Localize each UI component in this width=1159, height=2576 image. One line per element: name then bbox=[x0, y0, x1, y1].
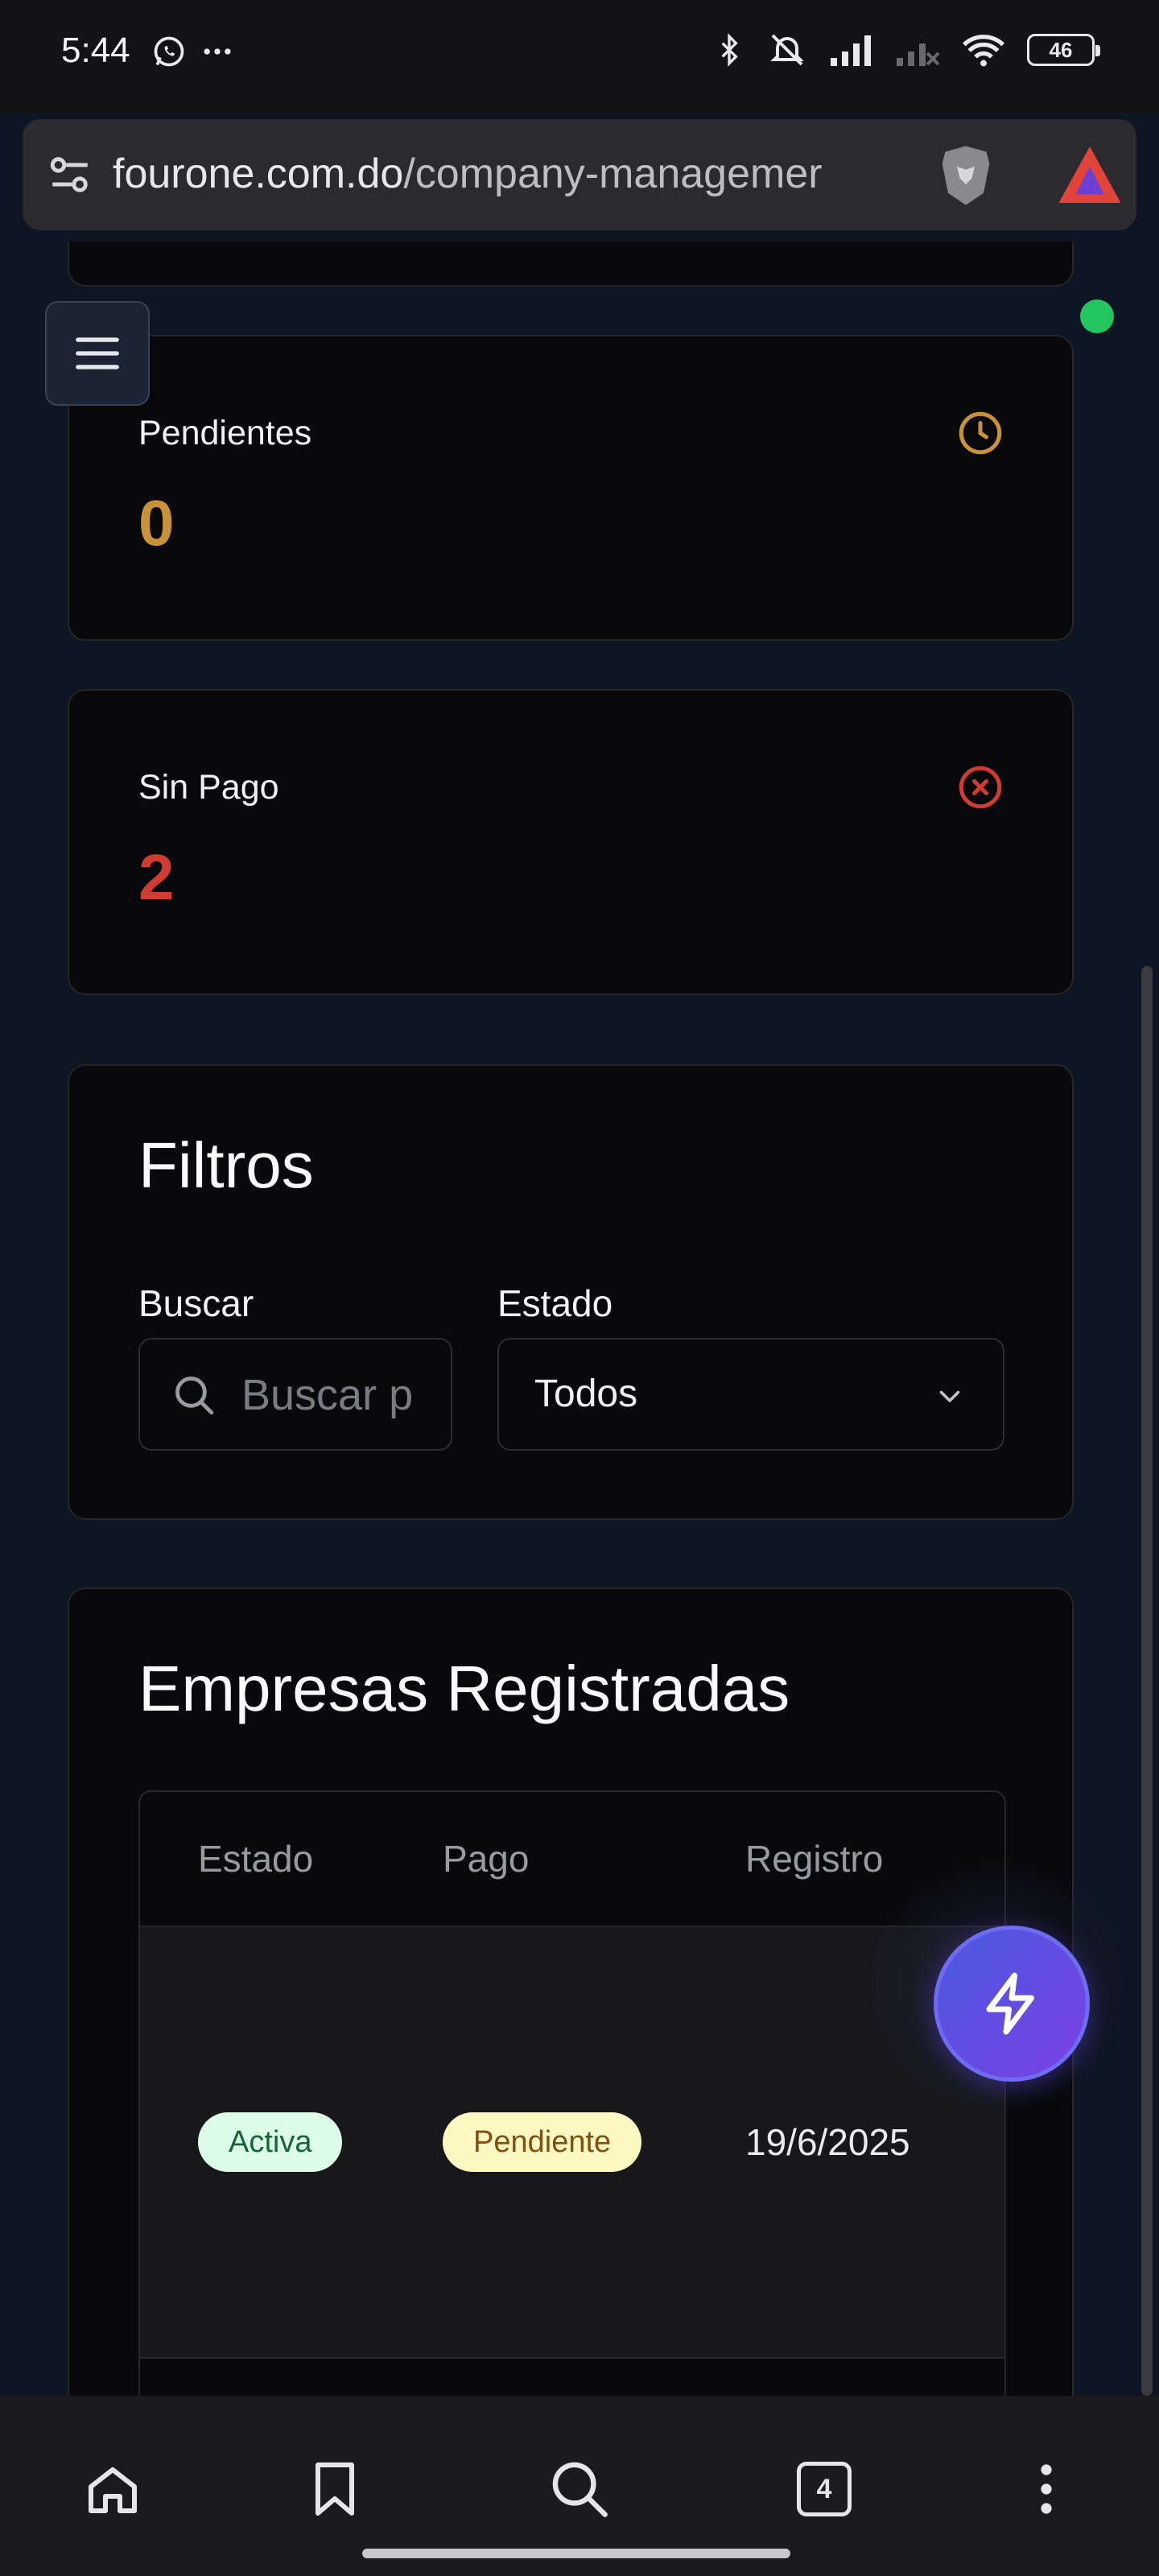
scrollbar[interactable] bbox=[1141, 966, 1153, 2396]
url-path: /company-managemer bbox=[403, 151, 823, 197]
search-icon bbox=[552, 2462, 608, 2517]
filters-card: Filtros Buscar Buscar p Estado Todos bbox=[68, 1064, 1074, 1520]
status-filter-label: Estado bbox=[497, 1282, 613, 1324]
payment-badge: Pendiente bbox=[443, 2112, 642, 2172]
mute-icon bbox=[770, 34, 804, 66]
search-input[interactable]: Buscar p bbox=[138, 1338, 452, 1451]
x-circle-icon bbox=[959, 766, 1002, 809]
address-bar[interactable]: fourone.com.do/company-managemer bbox=[23, 119, 1136, 230]
site-settings-icon[interactable] bbox=[47, 151, 93, 198]
nav-search[interactable] bbox=[547, 2457, 612, 2521]
home-indicator[interactable] bbox=[362, 2549, 790, 2558]
bluetooth-icon bbox=[721, 33, 738, 67]
status-select[interactable]: Todos bbox=[497, 1338, 1004, 1451]
signal-off-icon bbox=[897, 43, 940, 66]
more-vertical-icon bbox=[1041, 2464, 1052, 2514]
online-status-dot bbox=[1080, 299, 1114, 333]
brave-rewards-icon[interactable] bbox=[1056, 143, 1124, 206]
battery-indicator: 46 bbox=[1027, 34, 1100, 66]
clock-icon bbox=[959, 411, 1002, 455]
hamburger-icon bbox=[76, 337, 119, 369]
nav-home[interactable] bbox=[80, 2457, 145, 2521]
search-label: Buscar bbox=[138, 1282, 254, 1324]
table-header: Estado Pago Registro bbox=[140, 1792, 1004, 1927]
nav-tabs[interactable]: 4 bbox=[792, 2457, 856, 2521]
bookmark-icon bbox=[316, 2462, 354, 2516]
tab-count-badge: 4 bbox=[797, 2462, 852, 2516]
signal-icon bbox=[831, 35, 871, 66]
companies-title: Empresas Registradas bbox=[138, 1653, 790, 1724]
search-placeholder: Buscar p bbox=[241, 1371, 414, 1419]
status-time: 5:44 bbox=[61, 31, 130, 70]
stat-label: Pendientes bbox=[138, 414, 312, 452]
stat-card-pendientes: Pendientes 0 bbox=[68, 335, 1074, 641]
home-icon bbox=[89, 2467, 137, 2513]
lightning-icon bbox=[986, 1972, 1034, 2035]
stat-card-sin-pago: Sin Pago 2 bbox=[68, 689, 1074, 995]
filters-title: Filtros bbox=[138, 1129, 314, 1201]
column-header-pago[interactable]: Pago bbox=[443, 1837, 529, 1880]
chevron-down-icon bbox=[939, 1390, 960, 1402]
stat-value: 2 bbox=[138, 841, 175, 913]
column-header-estado[interactable]: Estado bbox=[198, 1837, 313, 1880]
menu-button[interactable] bbox=[45, 301, 150, 406]
registration-date: 19/6/2025 bbox=[745, 2121, 910, 2163]
search-icon bbox=[175, 1377, 214, 1415]
more-dots-icon bbox=[204, 48, 231, 55]
whatsapp-icon bbox=[154, 36, 184, 67]
url-text[interactable]: fourone.com.do/company-managemer bbox=[113, 150, 909, 198]
system-icons: 46 bbox=[713, 31, 1100, 69]
quick-action-button[interactable] bbox=[934, 1926, 1090, 2082]
brave-shields-icon[interactable] bbox=[930, 140, 1001, 211]
companies-table: Estado Pago Registro Activa Pendiente 19… bbox=[138, 1790, 1006, 2396]
stat-label: Sin Pago bbox=[138, 768, 279, 807]
previous-stat-card bbox=[68, 242, 1074, 287]
wifi-icon bbox=[962, 35, 1005, 67]
notification-icons bbox=[151, 34, 235, 69]
status-badge: Activa bbox=[198, 2112, 343, 2172]
status-select-value: Todos bbox=[534, 1373, 638, 1415]
column-header-registro[interactable]: Registro bbox=[745, 1837, 883, 1880]
url-domain: fourone.com.do bbox=[113, 151, 404, 197]
status-bar: 5:44 46 bbox=[0, 0, 1159, 113]
nav-more[interactable] bbox=[1014, 2457, 1079, 2521]
stat-value: 0 bbox=[138, 487, 175, 559]
nav-bookmarks[interactable] bbox=[303, 2457, 367, 2521]
